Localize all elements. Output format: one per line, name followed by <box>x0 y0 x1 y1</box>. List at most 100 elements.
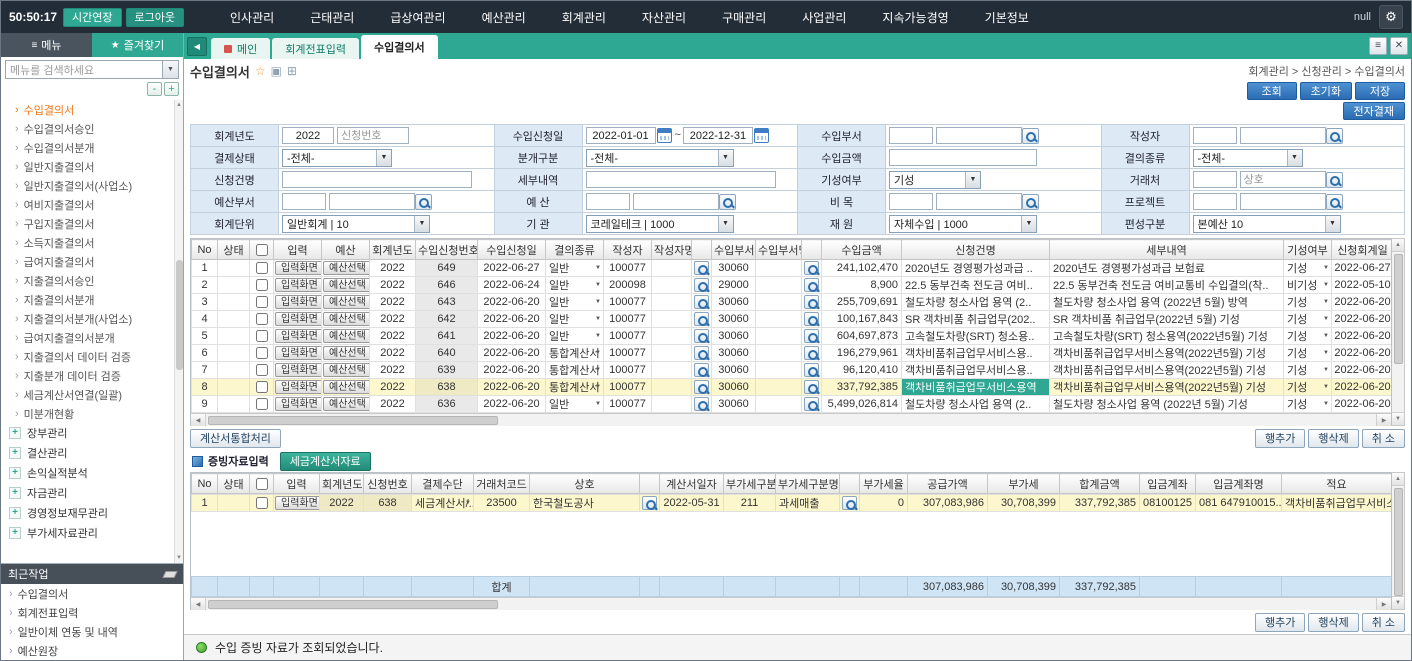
input-screen-button[interactable]: 입력화면 <box>275 496 320 510</box>
tab-scroll-left-button[interactable]: ◀ <box>187 37 207 56</box>
topbar-menu-item[interactable]: 사업관리 <box>802 9 846 26</box>
sidebar-menu-item[interactable]: ›미분개현황 <box>1 404 174 423</box>
clear-recent-icon[interactable] <box>162 571 177 578</box>
logout-button[interactable]: 로그아웃 <box>126 8 184 27</box>
sidebar-menu-item[interactable]: ›지출결의서분개 <box>1 290 174 309</box>
input-screen-button[interactable]: 입력화면 <box>275 295 322 309</box>
grid-row[interactable]: 5입력화면예산선택20226412022-06-20일반▼10007730060… <box>192 328 1393 345</box>
scroll-right-button[interactable]: ▶ <box>1376 414 1391 426</box>
search-icon[interactable] <box>1326 194 1343 210</box>
acct-unit-select[interactable]: 일반회계 | 10▼ <box>282 215 430 233</box>
screen-capture-icon[interactable]: ▣ <box>271 64 282 78</box>
decision-type-dropdown[interactable]: 일반▼ <box>546 328 604 345</box>
scroll-thumb[interactable] <box>208 600 498 609</box>
pay-status-select[interactable]: -전체-▼ <box>282 149 392 167</box>
budget-select-button[interactable]: 예산선택 <box>323 261 370 275</box>
window-close-button[interactable]: ✕ <box>1390 37 1408 55</box>
detail-input[interactable] <box>586 171 776 188</box>
sidebar-menu-item[interactable]: ›여비지출결의서 <box>1 195 174 214</box>
sidebar-menu-item[interactable]: ›일반지출결의서(사업소) <box>1 176 174 195</box>
tab-item[interactable]: 회계전표입력 <box>272 38 359 59</box>
gisung-dropdown[interactable]: 기성▼ <box>1284 396 1332 413</box>
row-checkbox[interactable] <box>256 313 268 325</box>
select-all-checkbox[interactable] <box>256 478 268 490</box>
search-icon[interactable] <box>694 312 709 326</box>
input-screen-button[interactable]: 입력화면 <box>275 346 322 360</box>
topbar-menu-item[interactable]: 기본정보 <box>985 9 1029 26</box>
sidebar-menu-item[interactable]: ›지출결의서승인 <box>1 271 174 290</box>
grid1-add-row-button[interactable]: 행추가 <box>1255 429 1305 448</box>
input-screen-button[interactable]: 입력화면 <box>275 363 322 377</box>
invoice-merge-button[interactable]: 계산서통합처리 <box>190 429 281 448</box>
search-icon[interactable] <box>804 346 819 360</box>
budget-select-button[interactable]: 예산선택 <box>323 329 370 343</box>
sidebar-menu-item[interactable]: ›일반지출결의서 <box>1 157 174 176</box>
recent-work-item[interactable]: ›예산원장 <box>1 641 183 660</box>
scroll-up-icon[interactable]: ▲ <box>176 100 182 110</box>
search-icon[interactable] <box>694 329 709 343</box>
search-icon[interactable] <box>642 496 657 510</box>
extend-time-button[interactable]: 시간연장 <box>63 8 121 27</box>
decision-type-select[interactable]: -전체-▼ <box>1193 149 1303 167</box>
grid2-delete-row-button[interactable]: 행삭제 <box>1308 613 1358 632</box>
input-screen-button[interactable]: 입력화면 <box>275 312 322 326</box>
scroll-up-button[interactable]: ▲ <box>1392 239 1404 252</box>
grid-row[interactable]: 2입력화면예산선택20226462022-06-24일반▼20009829000… <box>192 277 1393 294</box>
chevron-down-icon[interactable]: ▼ <box>162 61 178 78</box>
e-approval-button[interactable]: 전자결재 <box>1343 102 1405 120</box>
grid-row[interactable]: 3입력화면예산선택20226432022-06-20일반▼10007730060… <box>192 294 1393 311</box>
scroll-thumb[interactable] <box>1394 254 1403 364</box>
budget-select-button[interactable]: 예산선택 <box>323 397 370 411</box>
recent-work-item[interactable]: ›수입결의서 <box>1 584 183 603</box>
search-icon[interactable] <box>694 278 709 292</box>
topbar-menu-item[interactable]: 회계관리 <box>562 9 606 26</box>
writer-name-input[interactable] <box>1240 127 1326 144</box>
scroll-thumb[interactable] <box>1394 488 1403 596</box>
income-dept-code-input[interactable] <box>889 127 933 144</box>
project-name-input[interactable] <box>1240 193 1326 210</box>
topbar-menu-item[interactable]: 예산관리 <box>482 9 526 26</box>
sidebar-menu-item[interactable]: ›지출분개 데이터 검증 <box>1 366 174 385</box>
topbar-menu-item[interactable]: 인사관리 <box>230 9 274 26</box>
search-icon[interactable] <box>719 194 736 210</box>
sidebar-menu-item[interactable]: ›수입결의서분개 <box>1 138 174 157</box>
calendar-icon[interactable] <box>657 128 672 143</box>
expand-all-button[interactable]: + <box>164 82 179 96</box>
settings-button[interactable]: ⚙ <box>1379 5 1403 29</box>
sidebar-menu-group[interactable]: +경영정보재무관리 <box>1 503 174 523</box>
favorite-star-icon[interactable]: ☆ <box>255 64 266 78</box>
vertical-scrollbar[interactable]: ▲ ▼ <box>1392 238 1405 426</box>
budget-code-input[interactable] <box>586 193 630 210</box>
sidebar-menu-item[interactable]: ›수입결의서 <box>1 100 174 119</box>
tab-active[interactable]: 수입결의서 <box>361 35 438 59</box>
sidebar-menu-group[interactable]: +자금관리 <box>1 483 174 503</box>
select-all-checkbox[interactable] <box>256 244 268 256</box>
sidebar-menu-group[interactable]: +결산관리 <box>1 443 174 463</box>
search-icon[interactable] <box>694 261 709 275</box>
topbar-menu-item[interactable]: 지속가능경영 <box>882 9 948 26</box>
gisung-dropdown[interactable]: 기성▼ <box>1284 345 1332 362</box>
budget-dept-name-input[interactable] <box>329 193 415 210</box>
new-window-icon[interactable]: ⊞ <box>287 64 297 78</box>
calendar-icon[interactable] <box>754 128 769 143</box>
decision-type-dropdown[interactable]: 일반▼ <box>546 396 604 413</box>
input-screen-button[interactable]: 입력화면 <box>275 380 322 394</box>
sidebar-menu-item[interactable]: ›급여지출결의서 <box>1 252 174 271</box>
row-checkbox[interactable] <box>256 347 268 359</box>
recent-work-item[interactable]: ›회계전표입력 <box>1 603 183 622</box>
grid-row[interactable]: 1입력화면2022638세금계산서/..▼23500한국철도공사2022-05-… <box>192 495 1393 512</box>
item-name-input[interactable] <box>936 193 1022 210</box>
search-icon[interactable] <box>804 312 819 326</box>
scroll-down-button[interactable]: ▼ <box>1392 412 1404 425</box>
search-icon[interactable] <box>804 278 819 292</box>
search-icon[interactable] <box>415 194 432 210</box>
search-icon[interactable] <box>842 496 857 510</box>
menu-search-combobox[interactable]: 메뉴를 검색하세요 ▼ <box>5 60 179 79</box>
input-screen-button[interactable]: 입력화면 <box>275 397 322 411</box>
scroll-right-button[interactable]: ▶ <box>1376 598 1391 610</box>
search-icon[interactable] <box>1022 194 1039 210</box>
grid2-cancel-button[interactable]: 취 소 <box>1362 613 1405 632</box>
topbar-menu-item[interactable]: 급상여관리 <box>390 9 445 26</box>
row-checkbox[interactable] <box>256 497 268 509</box>
horizontal-scrollbar[interactable]: ◀ ▶ <box>191 413 1391 426</box>
